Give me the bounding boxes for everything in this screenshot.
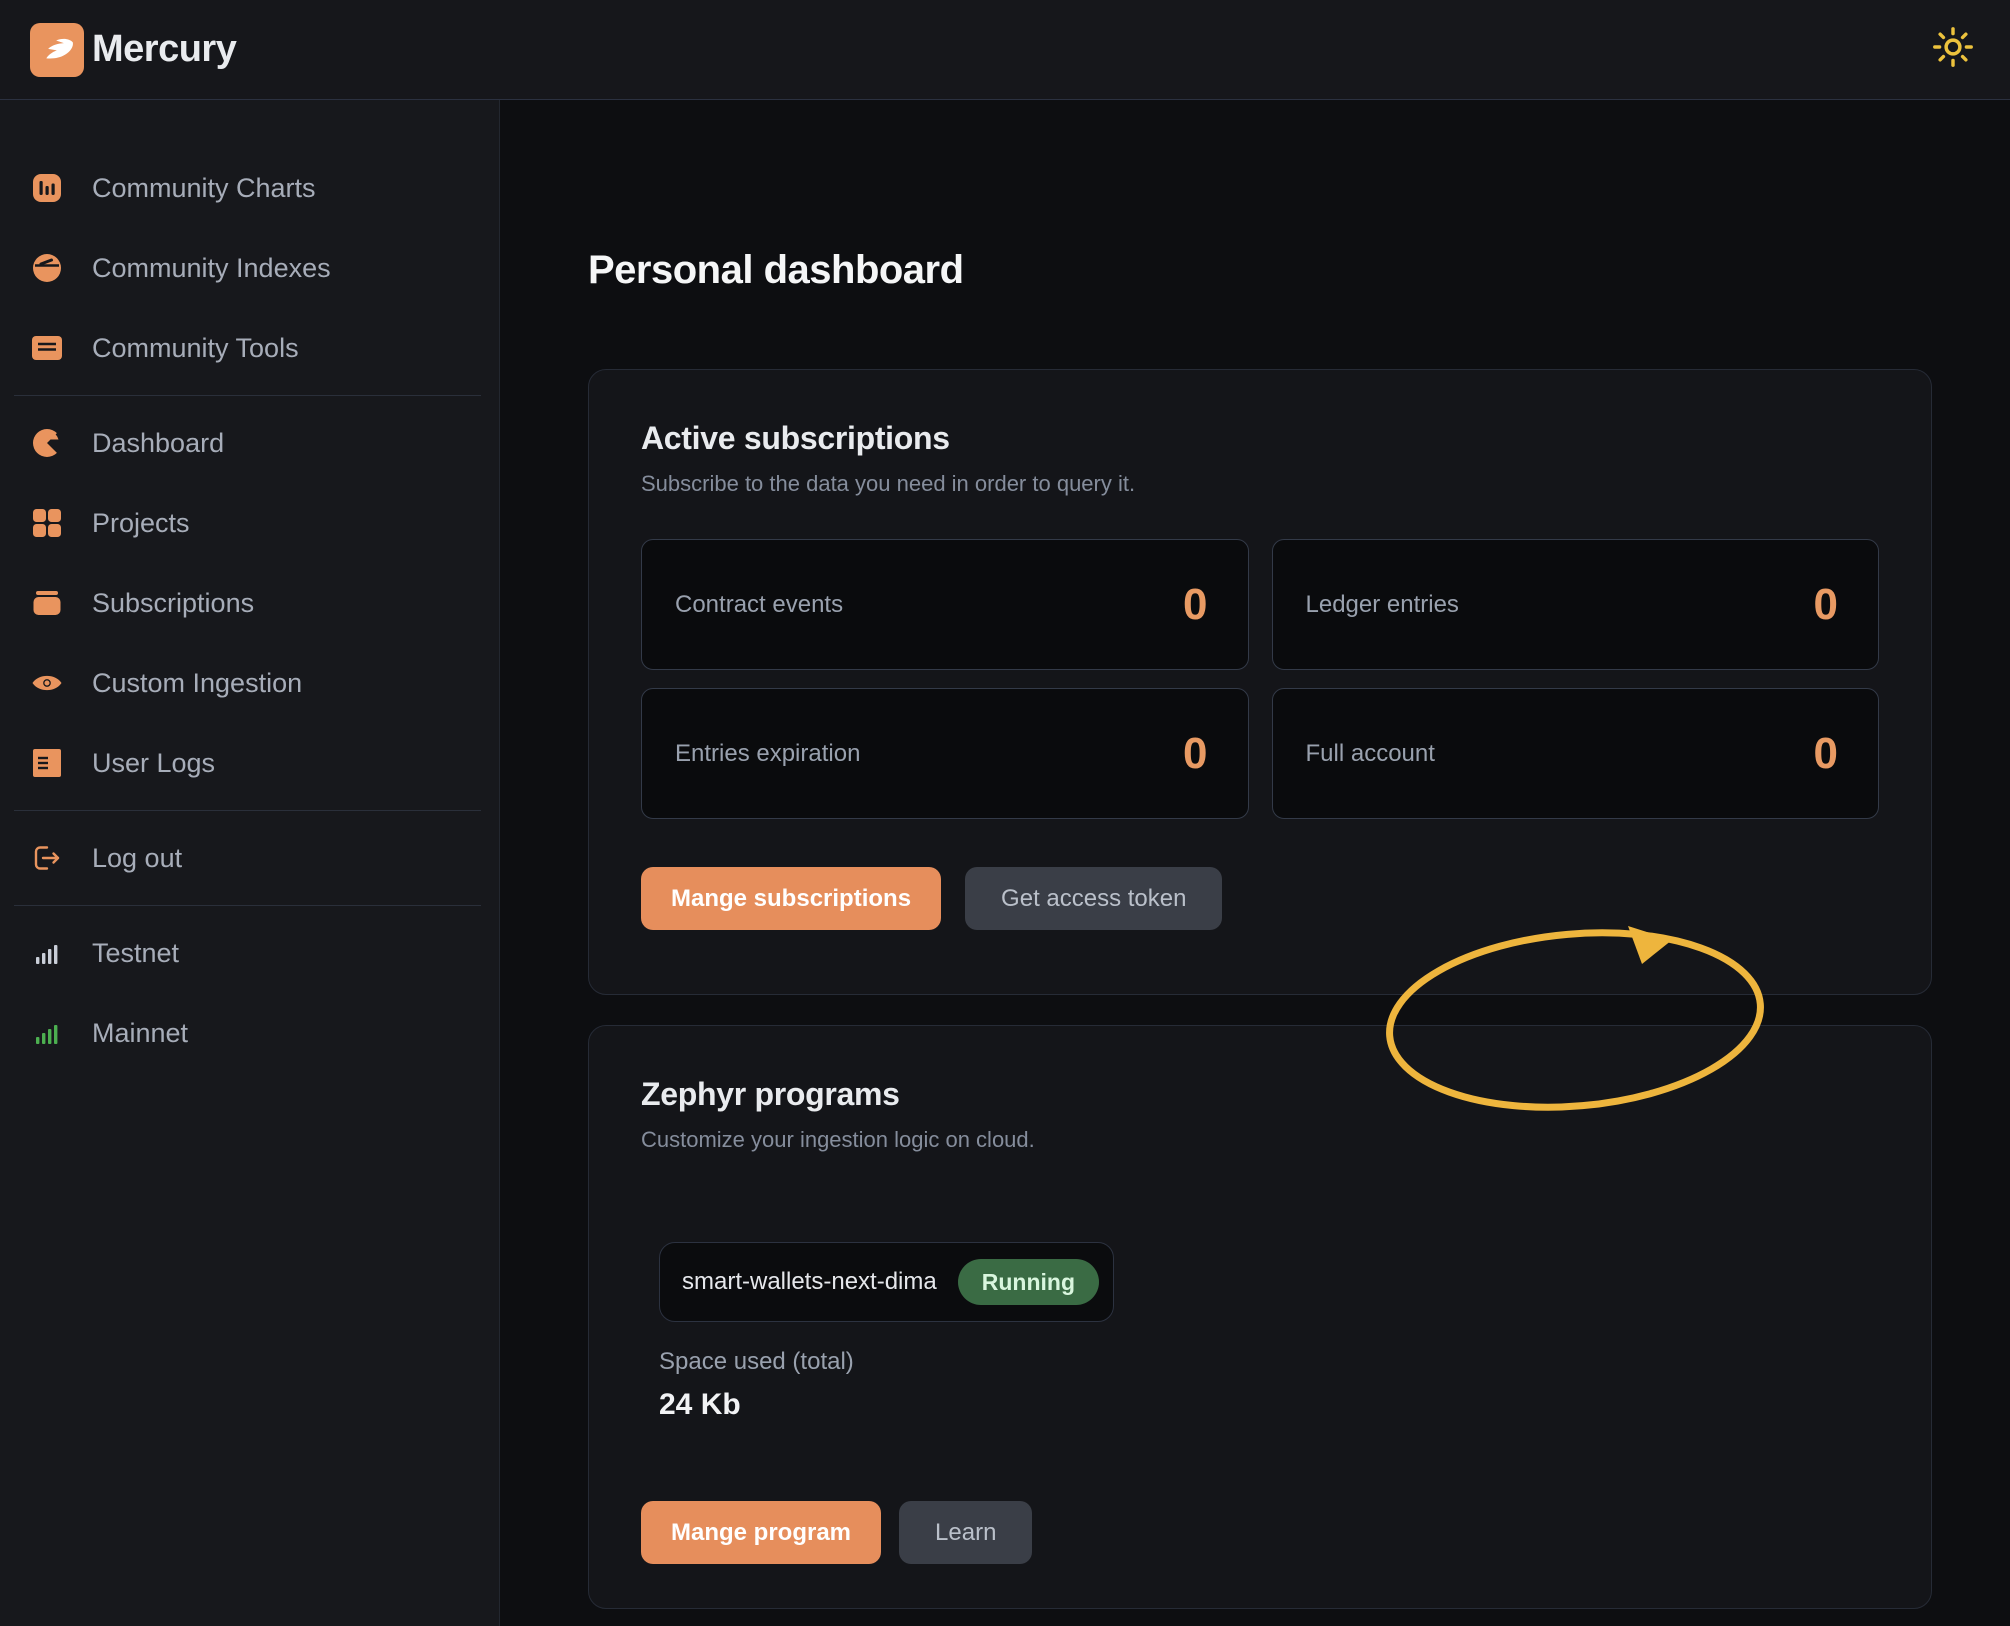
stat-entries-expiration: Entries expiration 0: [641, 688, 1249, 819]
log-icon: [32, 748, 62, 778]
stat-ledger-entries: Ledger entries 0: [1271, 539, 1879, 670]
theme-toggle-button[interactable]: [1926, 23, 1980, 77]
sidebar-item-label: Log out: [92, 842, 183, 873]
panel-lines-icon: [32, 333, 62, 363]
page-title: Personal dashboard: [588, 248, 964, 292]
card-subtitle: Subscribe to the data you need in order …: [641, 471, 1136, 496]
sidebar-item-label: Testnet: [92, 937, 180, 968]
sidebar-item-mainnet[interactable]: Mainnet: [0, 993, 499, 1073]
logout-icon: [32, 843, 62, 873]
manage-program-button[interactable]: Mange program: [641, 1501, 882, 1564]
card-title: Active subscriptions: [641, 420, 950, 456]
top-header: Mercury: [0, 0, 2010, 100]
sidebar-item-label: Community Charts: [92, 172, 316, 203]
app-name: Mercury: [92, 28, 237, 70]
wing-icon: [37, 27, 77, 72]
program-list-item[interactable]: smart-wallets-next-dima Running: [659, 1242, 1114, 1322]
sidebar-item-label: Community Tools: [92, 332, 299, 363]
stat-label: Entries expiration: [675, 739, 861, 767]
space-used-value: 24 Kb: [659, 1388, 741, 1421]
stat-value: 0: [1813, 728, 1838, 778]
signal-bars-icon: [32, 938, 62, 968]
sidebar-item-dashboard[interactable]: Dashboard: [0, 403, 499, 483]
sidebar-divider: [14, 810, 481, 811]
eye-icon: [32, 668, 62, 698]
sidebar-item-label: Subscriptions: [92, 587, 255, 618]
stat-contract-events: Contract events 0: [641, 539, 1249, 670]
zephyr-programs-card: Zephyr programs Customize your ingestion…: [588, 1025, 1932, 1609]
pie-chart-icon: [32, 428, 62, 458]
stat-label: Ledger entries: [1305, 590, 1459, 618]
sun-icon: [1930, 24, 1976, 75]
sidebar-item-label: User Logs: [92, 747, 216, 778]
sidebar-item-community-tools[interactable]: Community Tools: [0, 308, 499, 388]
app-logo[interactable]: Mercury: [30, 22, 237, 77]
stat-label: Full account: [1305, 739, 1435, 767]
sidebar-item-community-indexes[interactable]: Community Indexes: [0, 228, 499, 308]
sidebar-item-user-logs[interactable]: User Logs: [0, 723, 499, 803]
sidebar-divider: [14, 905, 481, 906]
sidebar-item-testnet[interactable]: Testnet: [0, 913, 499, 993]
sidebar-item-label: Projects: [92, 507, 190, 538]
card-subtitle: Customize your ingestion logic on cloud.: [641, 1127, 1035, 1152]
main-content: Personal dashboard Active subscriptions …: [500, 100, 2010, 1626]
box-icon: [32, 588, 62, 618]
stat-value: 0: [1813, 579, 1838, 629]
sidebar-item-label: Custom Ingestion: [92, 667, 303, 698]
sidebar-item-label: Dashboard: [92, 427, 225, 458]
stat-value: 0: [1183, 579, 1208, 629]
card-title: Zephyr programs: [641, 1076, 900, 1112]
stat-value: 0: [1183, 728, 1208, 778]
stat-full-account: Full account 0: [1271, 688, 1879, 819]
sidebar-item-community-charts[interactable]: Community Charts: [0, 148, 499, 228]
sidebar-item-log-out[interactable]: Log out: [0, 818, 499, 898]
space-used-label: Space used (total): [659, 1348, 854, 1375]
program-name: smart-wallets-next-dima: [682, 1268, 937, 1295]
signal-bars-icon: [32, 1018, 62, 1048]
sidebar-nav: Community Charts Community Indexes Commu…: [0, 100, 500, 1626]
sidebar-item-projects[interactable]: Projects: [0, 483, 499, 563]
sidebar-divider: [14, 395, 481, 396]
learn-button[interactable]: Learn: [899, 1501, 1033, 1564]
gauge-icon: [32, 253, 62, 283]
manage-subscriptions-button[interactable]: Mange subscriptions: [641, 867, 942, 930]
sidebar-item-label: Community Indexes: [92, 252, 331, 283]
subscription-stats-grid: Contract events 0 Ledger entries 0 Entri…: [641, 539, 1879, 819]
sidebar-item-custom-ingestion[interactable]: Custom Ingestion: [0, 643, 499, 723]
sidebar-item-subscriptions[interactable]: Subscriptions: [0, 563, 499, 643]
stat-label: Contract events: [675, 590, 844, 618]
status-badge: Running: [957, 1259, 1099, 1305]
sidebar-item-label: Mainnet: [92, 1017, 189, 1048]
logo-tile: [30, 22, 84, 77]
active-subscriptions-card: Active subscriptions Subscribe to the da…: [588, 369, 1932, 995]
get-access-token-button[interactable]: Get access token: [965, 867, 1223, 930]
space-used-block: Space used (total) 24 Kb: [659, 1348, 854, 1422]
bar-chart-icon: [32, 173, 62, 203]
grid-icon: [32, 508, 62, 538]
